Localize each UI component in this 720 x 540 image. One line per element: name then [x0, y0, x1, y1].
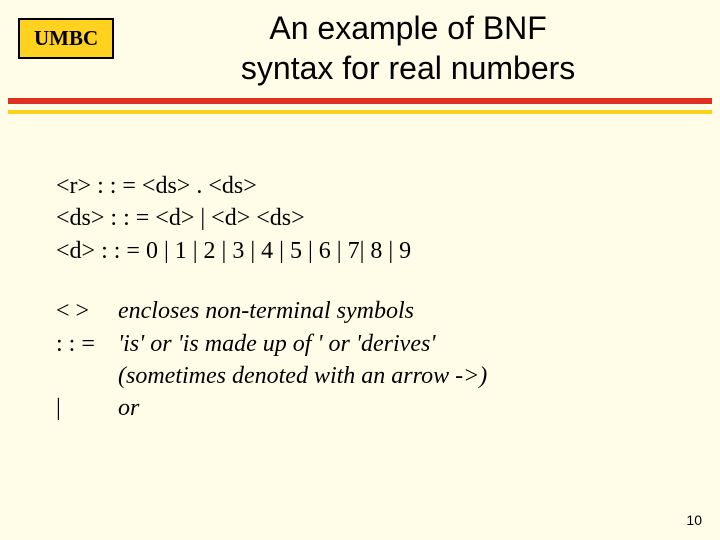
title-line-2: syntax for real numbers [241, 50, 575, 86]
legend-row-pipe: | or [56, 392, 664, 424]
legend-row-define: : : = 'is' or 'is made up of ' or 'deriv… [56, 328, 664, 360]
page-number: 10 [686, 512, 702, 528]
legend-txt-define: 'is' or 'is made up of ' or 'derives' [118, 328, 435, 360]
divider-rules [0, 98, 720, 114]
bnf-rule-d: <d> : : = 0 | 1 | 2 | 3 | 4 | 5 | 6 | 7|… [56, 235, 664, 267]
legend-txt-pipe: or [118, 392, 139, 424]
slide-header: UMBC An example of BNF syntax for real n… [0, 0, 720, 88]
legend-row-angle: < > encloses non-terminal symbols [56, 295, 664, 327]
legend-sym-pipe: | [56, 392, 118, 424]
logo-badge: UMBC [18, 18, 114, 59]
title-container: An example of BNF syntax for real number… [114, 8, 702, 88]
bnf-rule-ds: <ds> : : = <d> | <d> <ds> [56, 202, 664, 234]
legend-txt-define-sub: (sometimes denoted with an arrow ->) [56, 360, 664, 392]
bnf-legend: < > encloses non-terminal symbols : : = … [56, 295, 664, 425]
slide-title: An example of BNF syntax for real number… [124, 8, 692, 88]
legend-sym-angle: < > [56, 295, 118, 327]
logo-text: UMBC [34, 26, 98, 50]
legend-sym-define: : : = [56, 328, 118, 360]
slide-body: <r> : : = <ds> . <ds> <ds> : : = <d> | <… [0, 114, 720, 425]
bnf-grammar: <r> : : = <ds> . <ds> <ds> : : = <d> | <… [56, 170, 664, 267]
title-line-1: An example of BNF [269, 10, 546, 46]
bnf-rule-r: <r> : : = <ds> . <ds> [56, 170, 664, 202]
legend-txt-angle: encloses non-terminal symbols [118, 295, 414, 327]
